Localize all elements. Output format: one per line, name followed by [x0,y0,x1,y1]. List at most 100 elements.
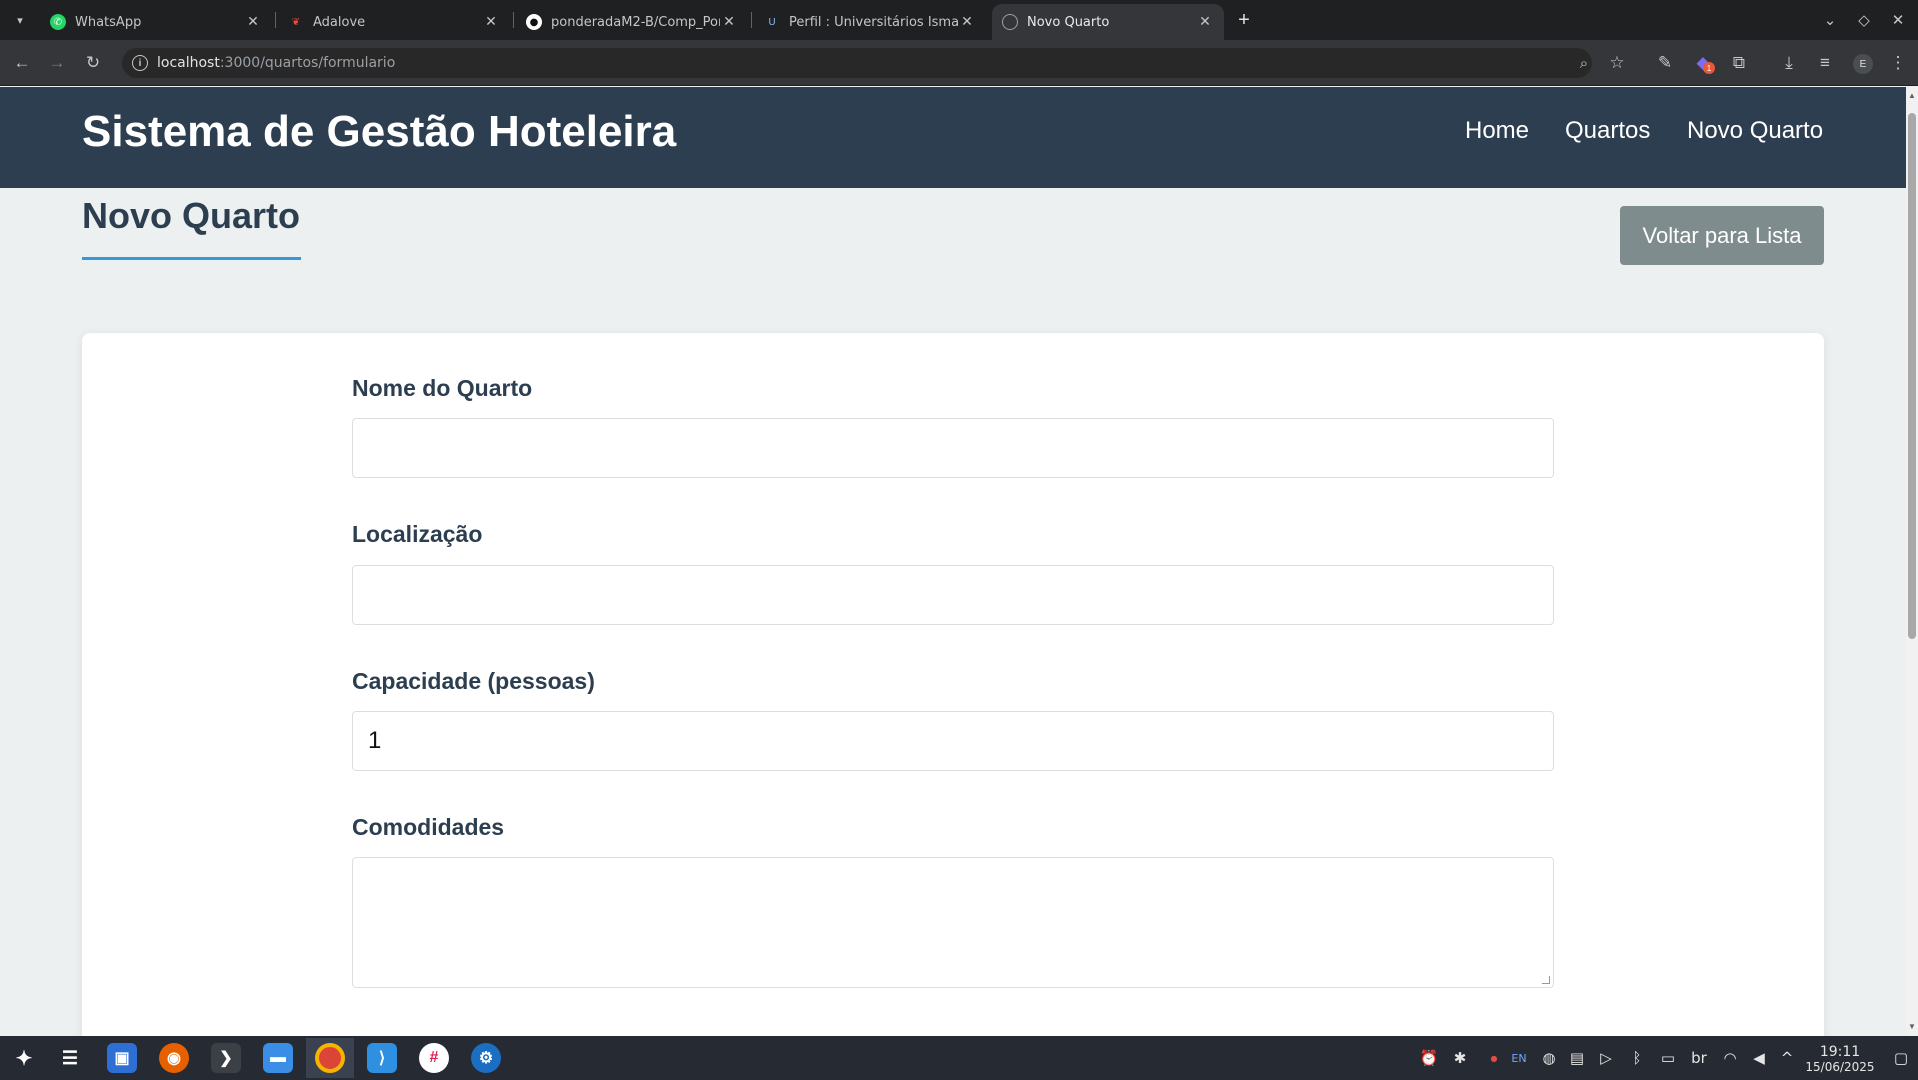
web-page: Sistema de Gestão Hoteleira Home Quartos… [0,87,1906,1036]
volume-icon[interactable]: ◀ [1748,1047,1770,1069]
close-tab-icon[interactable]: ✕ [482,13,500,31]
close-tab-icon[interactable]: ✕ [244,13,262,31]
amenities-label: Comodidades [352,814,505,840]
app-launcher-button[interactable]: ✦ [0,1038,48,1078]
extension-badge: 1 [1703,62,1715,74]
browser-toolbar: ← → ↻ i localhost:3000/quartos/formulari… [0,40,1918,86]
back-arrow-icon[interactable]: ← [9,50,35,76]
taskbar-slack[interactable]: # [410,1038,458,1078]
folder-icon: ▬ [263,1043,293,1073]
language-indicator[interactable]: EN [1508,1047,1530,1069]
tab-novo-quarto[interactable]: Novo Quarto ✕ [992,4,1224,40]
whatsapp-icon: ✆ [50,14,66,30]
nav-quartos-link[interactable]: Quartos [1565,117,1650,145]
show-desktop-icon[interactable]: ▢ [1890,1047,1912,1069]
launcher-icon: ✦ [15,1047,33,1070]
capacity-label: Capacidade (pessoas) [352,668,595,694]
tab-list-icon[interactable]: ⌄ [1818,8,1842,32]
puzzle-extensions-icon[interactable]: ⧉ [1726,50,1752,76]
clipboard-icon[interactable]: ▤ [1566,1047,1588,1069]
menu-kebab-icon[interactable]: ⋮ [1885,50,1911,76]
window-restore-icon[interactable]: ◇ [1852,8,1876,32]
tray-expand-icon[interactable]: ^ [1776,1047,1798,1069]
clock-date: 15/06/2025 [1805,1060,1875,1074]
browser-tab-strip: ▾ ✆ WhatsApp ✕ ❦ Adalove ✕ ● ponderadaM2… [0,0,1918,40]
github-icon: ● [526,14,542,30]
forward-arrow-icon[interactable]: → [44,50,70,76]
taskbar-files[interactable]: ▬ [254,1038,302,1078]
tab-whatsapp[interactable]: ✆ WhatsApp ✕ [40,4,272,40]
site-header: Sistema de Gestão Hoteleira Home Quartos… [0,87,1906,188]
sliders-icon: ☰ [61,1047,79,1068]
edu-icon: U [768,16,776,28]
taskbar-steam[interactable]: ⚙ [462,1038,510,1078]
room-form-card: Nome do Quarto Localização Capacidade (p… [82,333,1824,1036]
scroll-down-icon[interactable]: ▼ [1908,1022,1916,1031]
bluetooth-icon[interactable]: ᛒ [1626,1047,1648,1069]
capacity-number-input[interactable]: 1 [352,711,1554,771]
steam-icon: ⚙ [471,1043,501,1073]
globe-icon [1002,14,1018,30]
amenities-textarea[interactable] [352,857,1554,988]
system-clock[interactable]: 19:11 15/06/2025 [1802,1044,1878,1074]
room-name-input[interactable] [352,418,1554,478]
close-tab-icon[interactable]: ✕ [720,13,738,31]
profile-avatar[interactable]: E [1853,54,1873,74]
slack-tray-icon[interactable]: ✱ [1449,1047,1471,1069]
slack-icon: # [419,1043,449,1073]
taskbar-chrome[interactable] [306,1038,354,1078]
taskbar-terminal[interactable]: ❯ [202,1038,250,1078]
page-scrollbar[interactable]: ▲ ▼ [1906,87,1918,1036]
store-icon: ▣ [107,1043,137,1073]
adalove-icon: ❦ [291,16,301,28]
location-label: Localização [352,521,483,547]
close-tab-icon[interactable]: ✕ [958,13,976,31]
taskbar-firefox[interactable]: ◉ [150,1038,198,1078]
tab-perfil[interactable]: U Perfil : Universitários Isma ✕ [754,4,986,40]
page-title: Novo Quarto [82,195,301,236]
zoom-icon[interactable]: ⌕ [1571,50,1597,76]
chrome-icon [315,1043,345,1073]
clock-time: 19:11 [1819,1044,1861,1060]
alarm-icon[interactable]: ⏰ [1418,1047,1440,1069]
eyedropper-icon[interactable]: ✎ [1652,50,1678,76]
steam-tray-icon[interactable]: ◍ [1538,1047,1560,1069]
keyboard-layout-indicator[interactable]: br [1688,1047,1710,1069]
bookmark-star-icon[interactable]: ☆ [1604,50,1630,76]
tab-separator [751,12,752,28]
resize-handle-icon[interactable] [1542,976,1550,984]
vscode-icon: ⟩ [367,1043,397,1073]
taskbar-settings[interactable]: ☰ [46,1038,94,1078]
nav-novo-quarto-link[interactable]: Novo Quarto [1687,117,1823,145]
address-bar[interactable]: i localhost:3000/quartos/formulario [122,48,1592,78]
scroll-thumb[interactable] [1908,113,1916,639]
taskbar-store[interactable]: ▣ [98,1038,146,1078]
location-input[interactable] [352,565,1554,625]
taskbar-vscode[interactable]: ⟩ [358,1038,406,1078]
site-info-icon[interactable]: i [132,55,148,71]
scroll-up-icon[interactable]: ▲ [1908,91,1916,100]
tab-adalove[interactable]: ❦ Adalove ✕ [278,4,510,40]
close-tab-icon[interactable]: ✕ [1196,13,1214,31]
room-name-label: Nome do Quarto [352,375,533,401]
nav-home-link[interactable]: Home [1465,117,1529,145]
download-icon[interactable]: ⤓ [1776,50,1802,76]
new-tab-button[interactable]: + [1232,8,1256,32]
firefox-icon: ◉ [159,1043,189,1073]
title-underline [82,257,301,260]
media-control-icon[interactable]: ≡ [1812,50,1838,76]
back-to-list-button[interactable]: Voltar para Lista [1620,206,1824,265]
media-play-icon[interactable]: ▷ [1595,1047,1617,1069]
recording-dot-icon: ● [1490,1053,1498,1063]
display-icon[interactable]: ▭ [1657,1047,1679,1069]
tab-separator [275,12,276,28]
wifi-icon[interactable]: ◠ [1719,1047,1741,1069]
reload-icon[interactable]: ↻ [80,50,106,76]
tab-separator [513,12,514,28]
url-text[interactable]: localhost:3000/quartos/formulario [157,55,395,71]
site-title: Sistema de Gestão Hoteleira [82,107,677,156]
tab-github[interactable]: ● ponderadaM2-B/Comp_Por ✕ [516,4,748,40]
tab-search-icon[interactable]: ▾ [8,8,32,32]
terminal-icon: ❯ [211,1043,241,1073]
window-close-icon[interactable]: ✕ [1886,8,1910,32]
